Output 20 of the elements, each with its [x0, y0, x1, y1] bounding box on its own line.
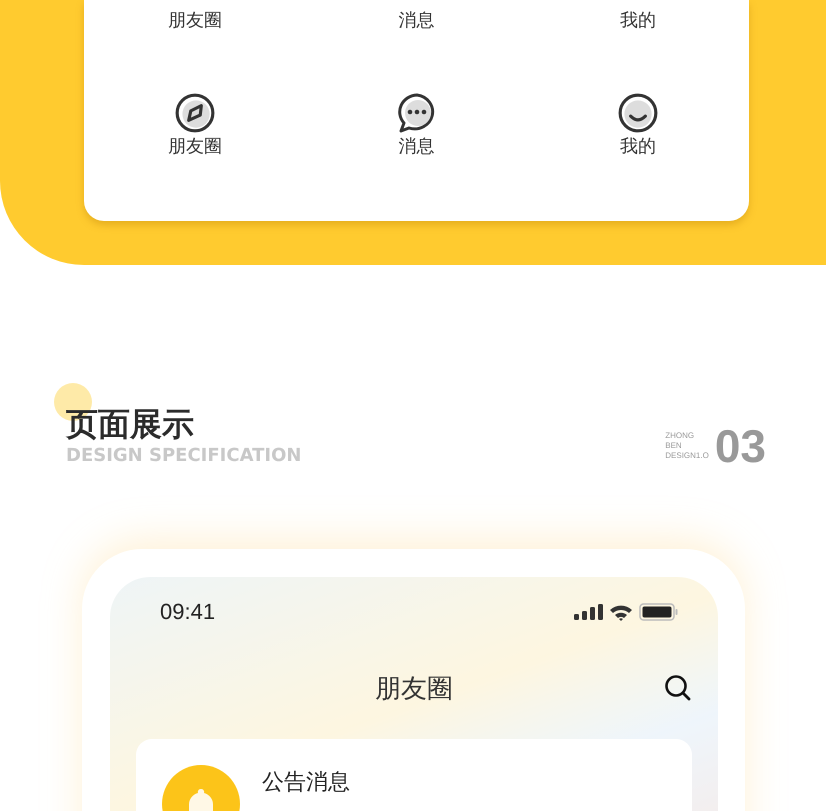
signal-icon [574, 604, 603, 620]
brand-text: DESIGN1.O [665, 451, 709, 461]
screen-title: 朋友圈 [375, 672, 453, 706]
notice-title: 公告消息 [262, 769, 350, 797]
section-title: 页面展示 [66, 404, 195, 444]
battery-icon [639, 603, 678, 621]
brand-text: BEN [665, 441, 683, 451]
smile-icon [617, 92, 660, 134]
section-number: 03 [714, 423, 766, 469]
tab-label[interactable]: 我的 [620, 10, 656, 32]
tab-label[interactable]: 我的 [620, 136, 656, 158]
tab-label[interactable]: 朋友圈 [168, 136, 222, 158]
search-icon[interactable] [664, 674, 692, 702]
tab-label[interactable]: 朋友圈 [168, 10, 222, 32]
tab-label[interactable]: 消息 [398, 136, 434, 158]
status-time: 09:41 [160, 599, 216, 625]
tab-label[interactable]: 消息 [398, 10, 434, 32]
compass-icon [174, 92, 216, 134]
brand-text: ZHONG [665, 431, 696, 441]
wifi-icon [609, 604, 633, 620]
